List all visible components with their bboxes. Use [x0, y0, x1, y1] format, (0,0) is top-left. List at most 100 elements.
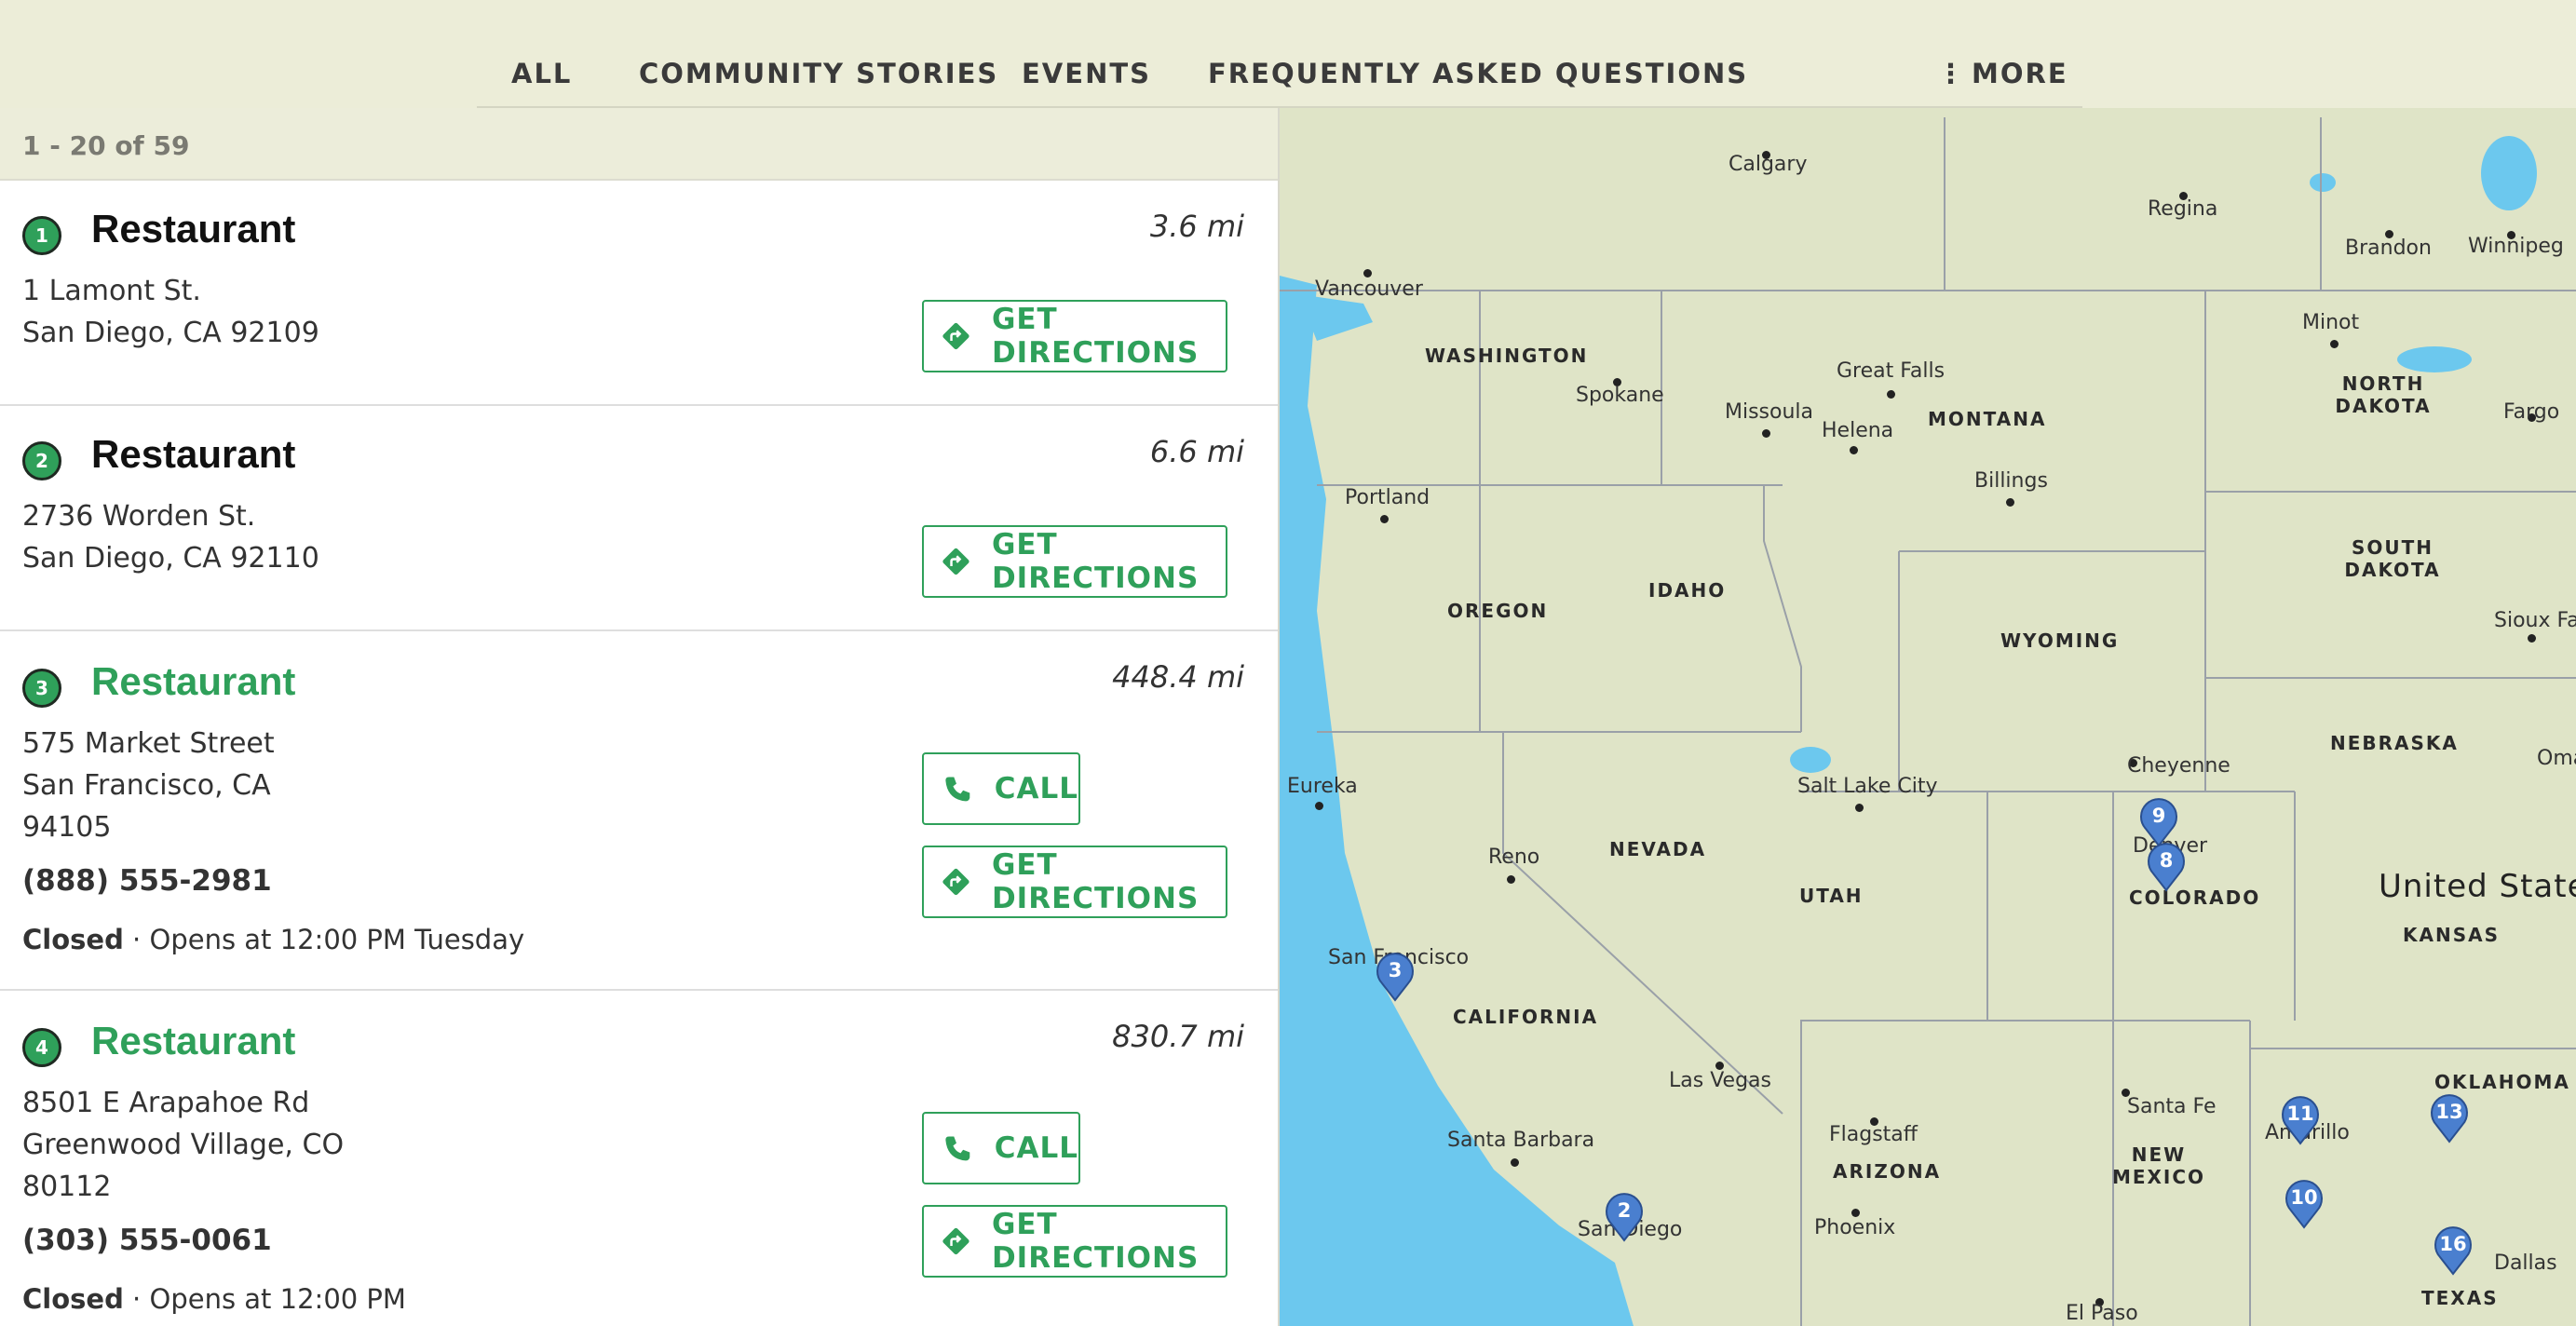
- map-city-label: Las Vegas: [1669, 1069, 1771, 1092]
- map-city-label: Minot: [2302, 311, 2360, 334]
- nav-tab-community-stories[interactable]: COMMUNITY STORIES: [639, 58, 998, 89]
- nav-tab-faq[interactable]: FREQUENTLY ASKED QUESTIONS: [1208, 58, 1748, 89]
- city-dot: [2528, 634, 2536, 643]
- map-pin-number: 16: [2439, 1233, 2467, 1255]
- call-button[interactable]: CALL: [922, 1112, 1080, 1184]
- map-city-label: Vancouver: [1315, 277, 1423, 301]
- map-city-label: Brandon: [2345, 237, 2432, 260]
- map-pin[interactable]: 2: [1604, 1192, 1645, 1242]
- city-dot: [2006, 498, 2014, 507]
- map-state-label: SOUTH DAKOTA: [2344, 536, 2441, 581]
- map-city-label: Billings: [1974, 469, 2048, 493]
- hours-text: · Opens at 12:00 PM: [123, 1283, 406, 1315]
- location-title-link[interactable]: Restaurant: [91, 1019, 295, 1063]
- address-line: 1 Lamont St.: [22, 275, 201, 307]
- get-directions-button[interactable]: GET DIRECTIONS: [922, 846, 1227, 918]
- map-city-label: Flagstaff: [1829, 1123, 1918, 1146]
- city-dot: [1855, 804, 1864, 812]
- results-count: 1 - 20 of 59: [22, 130, 190, 161]
- map-pin[interactable]: 8: [2146, 842, 2187, 892]
- map-city-label: Great Falls: [1837, 359, 1946, 383]
- address-line: 2736 Worden St.: [22, 500, 256, 533]
- map-state-label: MONTANA: [1928, 408, 2047, 430]
- directions-icon: [942, 868, 969, 896]
- location-address: 1 Lamont St. San Diego, CA 92109: [22, 270, 319, 354]
- location-title: Restaurant: [91, 207, 296, 250]
- address-line: San Diego, CA 92110: [22, 542, 319, 575]
- city-dot: [1380, 515, 1389, 523]
- nav-tab-events[interactable]: EVENTS: [1022, 58, 1151, 89]
- directions-icon: [942, 548, 969, 575]
- location-card-3: 3 Restaurant 448.4 mi 575 Market Street …: [0, 631, 1278, 991]
- get-directions-button[interactable]: GET DIRECTIONS: [922, 300, 1227, 372]
- city-dot: [1511, 1158, 1519, 1167]
- map-city-label: Helena: [1822, 419, 1894, 442]
- map-city-label: Missoula: [1725, 400, 1814, 424]
- address-line: 8501 E Arapahoe Rd: [22, 1087, 310, 1119]
- location-phone-link[interactable]: (888) 555-2981: [22, 864, 272, 898]
- vertical-dots-icon: ⋮: [1937, 58, 1966, 89]
- map-pin[interactable]: 16: [2433, 1225, 2474, 1276]
- city-dot: [2330, 340, 2339, 348]
- map-state-label: NEVADA: [1609, 838, 1707, 860]
- call-button[interactable]: CALL: [922, 752, 1080, 825]
- map-city-label: Winnipeg: [2468, 235, 2564, 258]
- map-city-label: Santa Fe: [2127, 1095, 2217, 1118]
- location-number-badge: 2: [22, 441, 61, 480]
- city-dot: [1850, 446, 1858, 454]
- open-status: Closed: [22, 924, 124, 955]
- map-city-label: Oma: [2537, 747, 2576, 770]
- location-hours: Closed · Opens at 12:00 PM Tuesday: [22, 924, 524, 955]
- results-list[interactable]: 1 - 20 of 59 1 Restaurant 3.6 mi 1 Lamon…: [0, 108, 1280, 1326]
- phone-icon: [945, 777, 970, 802]
- map-pin[interactable]: 10: [2284, 1179, 2325, 1229]
- phone-icon: [945, 1136, 970, 1161]
- location-distance: 3.6 mi: [1149, 209, 1244, 244]
- map-city-label: Sioux Falls: [2494, 609, 2576, 632]
- map-pin[interactable]: 13: [2429, 1093, 2470, 1143]
- location-card-2: 2 Restaurant 6.6 mi 2736 Worden St. San …: [0, 406, 1278, 631]
- get-directions-label: GET DIRECTIONS: [991, 1208, 1200, 1275]
- directions-icon: [942, 1227, 969, 1255]
- location-title: Restaurant: [91, 432, 296, 476]
- address-line: 575 Market Street: [22, 727, 275, 760]
- location-number-badge: 1: [22, 216, 61, 255]
- location-number-badge: 3: [22, 669, 61, 708]
- map-state-label: WASHINGTON: [1425, 345, 1589, 367]
- call-label: CALL: [994, 1131, 1078, 1165]
- get-directions-button[interactable]: GET DIRECTIONS: [922, 1205, 1227, 1278]
- nav-more-button[interactable]: ⋮ MORE: [1937, 58, 2068, 89]
- get-directions-label: GET DIRECTIONS: [991, 303, 1200, 370]
- location-distance: 448.4 mi: [1112, 659, 1244, 695]
- open-status: Closed: [22, 1283, 124, 1315]
- map-pin[interactable]: 9: [2138, 797, 2179, 847]
- nav-tab-all[interactable]: ALL: [511, 58, 572, 89]
- location-address: 2736 Worden St. San Diego, CA 92110: [22, 495, 319, 579]
- get-directions-button[interactable]: GET DIRECTIONS: [922, 525, 1227, 598]
- map-state-label: NORTH DAKOTA: [2335, 372, 2432, 417]
- location-phone-link[interactable]: (303) 555-0061: [22, 1224, 272, 1257]
- nav-more-label: MORE: [1972, 58, 2068, 89]
- map-city-label: Regina: [2148, 197, 2218, 221]
- address-line: Greenwood Village, CO: [22, 1129, 345, 1161]
- location-address: 8501 E Arapahoe Rd Greenwood Village, CO…: [22, 1082, 344, 1208]
- get-directions-label: GET DIRECTIONS: [991, 528, 1200, 595]
- address-line: San Francisco, CA: [22, 769, 271, 802]
- location-distance: 6.6 mi: [1149, 434, 1244, 469]
- map-city-label: Reno: [1488, 846, 1540, 869]
- map-state-label: CALIFORNIA: [1453, 1006, 1599, 1028]
- map-pin-number: 2: [1617, 1199, 1632, 1222]
- map-state-label: KANSAS: [2403, 924, 2501, 946]
- map-view[interactable]: Calgary Regina Brandon Winnipeg Vancouve…: [1280, 108, 2576, 1326]
- map-city-label: Santa Barbara: [1447, 1129, 1595, 1152]
- map-city-label: Fargo: [2503, 400, 2560, 424]
- location-title-link[interactable]: Restaurant: [91, 659, 295, 704]
- directions-icon: [942, 322, 969, 350]
- city-dot: [1507, 875, 1515, 884]
- map-pin[interactable]: 11: [2280, 1095, 2321, 1145]
- map-pin-number: 9: [2151, 805, 2166, 827]
- city-dot: [1762, 429, 1770, 438]
- city-dot: [1315, 802, 1323, 810]
- map-pin[interactable]: 3: [1375, 952, 1416, 1002]
- map-city-label: Spokane: [1576, 384, 1664, 407]
